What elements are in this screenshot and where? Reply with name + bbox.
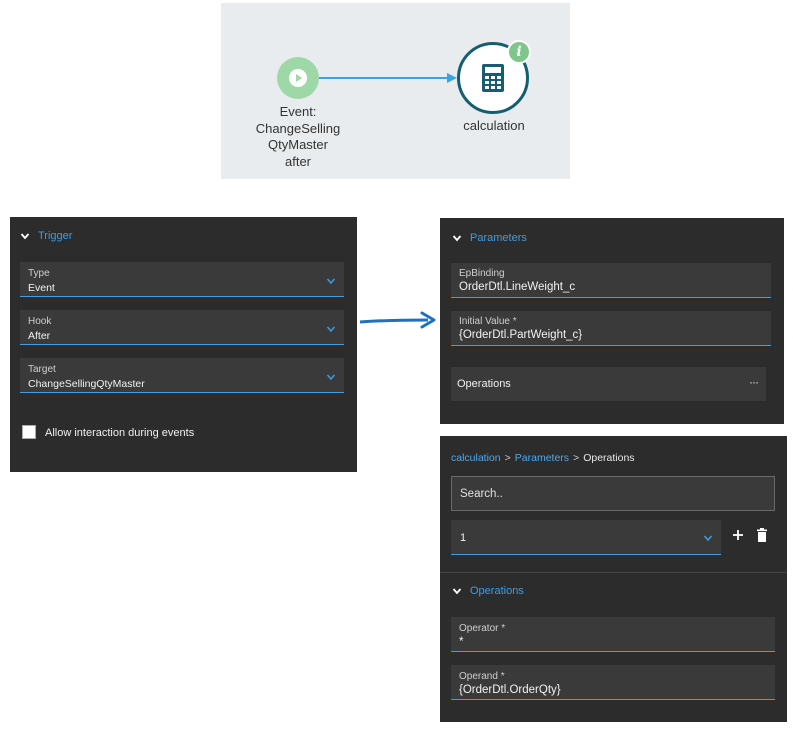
calculation-node-label: calculation [463,118,525,133]
more-options-icon[interactable]: ··· [749,375,759,389]
info-icon[interactable]: i [507,40,531,64]
chevron-down-icon [326,326,336,333]
target-value: ChangeSellingQtyMaster [28,378,145,390]
play-icon [289,69,307,87]
breadcrumb-operations: Operations [583,452,635,464]
operations-section-header[interactable]: Operations [452,585,524,597]
allow-interaction-label: Allow interaction during events [45,427,195,439]
target-select[interactable]: Target ChangeSellingQtyMaster [20,358,344,393]
ep-binding-field[interactable]: EpBinding OrderDtl.LineWeight_c [451,263,771,298]
chevron-down-icon [326,278,336,285]
trigger-title: Trigger [38,230,73,242]
ep-binding-label: EpBinding [459,268,505,279]
chevron-down-icon [20,233,30,240]
breadcrumb-parameters[interactable]: Parameters [515,452,569,464]
initial-value-label: Initial Value * [459,316,517,327]
type-value: Event [28,282,55,294]
event-label-line: QtyMaster [268,137,328,152]
initial-value-value: {OrderDtl.PartWeight_c} [459,329,583,341]
trigger-panel: Trigger Type Event Hook After Target Cha… [10,217,357,472]
parameters-title: Parameters [470,232,527,244]
allow-interaction-checkbox[interactable] [22,425,36,439]
hook-value: After [28,330,51,342]
add-icon[interactable] [731,528,745,542]
operand-value: {OrderDtl.OrderQty} [459,684,561,696]
operand-field[interactable]: Operand * {OrderDtl.OrderQty} [451,665,775,700]
chevron-down-icon [326,374,336,381]
operator-value: * [459,636,464,648]
hook-select[interactable]: Hook After [20,310,344,345]
search-placeholder: Search.. [460,488,503,500]
operations-section-title: Operations [470,585,524,597]
arrow-right-icon [359,311,436,329]
breadcrumb-separator: > [573,452,580,464]
operand-label: Operand * [459,671,505,682]
target-label: Target [28,364,56,375]
parameters-section-header[interactable]: Parameters [452,232,527,244]
ep-binding-value: OrderDtl.LineWeight_c [459,281,576,293]
calculator-icon [482,64,504,92]
operation-index-value: 1 [460,532,467,544]
event-start-node[interactable] [277,57,319,99]
event-label-line: after [284,153,311,169]
event-node-label: Event: ChangeSelling QtyMaster after [243,104,353,170]
operations-row-label: Operations [457,378,511,390]
operations-row[interactable]: Operations ··· [451,367,766,401]
flow-diagram: Event: ChangeSelling QtyMaster after i c… [221,3,570,179]
operations-panel: calculation > Parameters > Operations Search… [440,436,787,722]
initial-value-field[interactable]: Initial Value * {OrderDtl.PartWeight_c} [451,311,771,346]
delete-icon[interactable] [756,528,768,542]
breadcrumb-separator: > [504,452,511,464]
search-input[interactable]: Search.. [451,476,775,511]
chevron-down-icon [452,235,462,242]
trigger-section-header[interactable]: Trigger [20,230,72,242]
parameters-panel: Parameters EpBinding OrderDtl.LineWeight… [440,218,784,424]
chevron-down-icon [452,588,462,595]
event-label-line: ChangeSelling [255,120,341,136]
type-label: Type [28,268,50,279]
event-label-line: Event: [279,104,317,119]
breadcrumb: calculation > Parameters > Operations [451,452,635,464]
type-select[interactable]: Type Event [20,262,344,297]
operation-index-select[interactable]: 1 [451,520,721,555]
breadcrumb-calculation[interactable]: calculation [451,452,501,464]
hook-label: Hook [28,316,52,327]
divider [440,572,787,573]
operator-field[interactable]: Operator * * [451,617,775,652]
operator-label: Operator * [459,623,506,634]
chevron-down-icon [703,535,713,542]
